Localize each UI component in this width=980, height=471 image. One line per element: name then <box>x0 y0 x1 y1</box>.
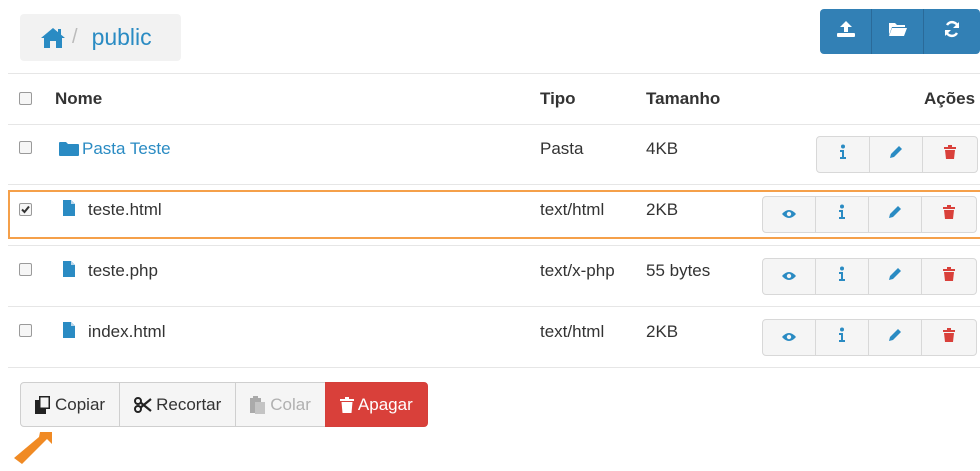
edit-button[interactable] <box>869 136 923 173</box>
divider <box>8 184 980 185</box>
eye-icon <box>781 268 797 286</box>
divider <box>8 245 980 246</box>
edit-button[interactable] <box>868 258 922 295</box>
eye-icon <box>781 329 797 347</box>
delete-label: Apagar <box>357 394 413 414</box>
refresh-button[interactable] <box>924 9 980 54</box>
file-name[interactable]: teste.html <box>88 200 162 220</box>
trash-icon <box>943 267 955 286</box>
paste-icon <box>250 395 266 414</box>
view-button[interactable] <box>762 196 816 233</box>
upload-icon <box>836 20 856 43</box>
row-type: text/html <box>540 322 605 341</box>
row-checkbox[interactable] <box>19 141 32 154</box>
edit-button[interactable] <box>868 196 922 233</box>
column-header-actions: Ações <box>924 89 976 108</box>
breadcrumb-separator: / <box>72 26 78 48</box>
divider <box>8 367 980 368</box>
info-button[interactable] <box>815 258 869 295</box>
trash-icon <box>943 205 955 224</box>
eye-icon <box>781 206 797 224</box>
cut-button[interactable]: Recortar <box>119 382 237 427</box>
pencil-icon <box>887 327 903 348</box>
row-actions <box>762 196 977 235</box>
row-size: 55 bytes <box>646 261 711 280</box>
row-size: 4KB <box>646 139 679 158</box>
row-checkbox-checked[interactable] <box>19 203 32 216</box>
edit-button[interactable] <box>868 319 922 356</box>
info-icon <box>837 327 847 348</box>
view-button[interactable] <box>762 258 816 295</box>
pencil-icon <box>888 144 904 165</box>
info-icon <box>837 266 847 287</box>
select-all-checkbox[interactable] <box>19 92 32 105</box>
divider <box>8 124 980 125</box>
paste-label: Colar <box>270 394 311 414</box>
bulk-actions: Copiar Recortar Colar Apagar <box>20 382 428 427</box>
folder-icon <box>58 141 80 162</box>
row-type: text/html <box>540 200 605 219</box>
info-button[interactable] <box>815 196 869 233</box>
copy-label: Copiar <box>55 394 106 414</box>
info-icon <box>837 204 847 225</box>
row-checkbox[interactable] <box>19 324 32 337</box>
toolbar <box>820 9 980 54</box>
file-name[interactable]: index.html <box>88 322 165 342</box>
pencil-icon <box>887 204 903 225</box>
row-size: 2KB <box>646 200 679 219</box>
row-actions <box>762 258 977 297</box>
folder-name-link[interactable]: Pasta Teste <box>82 139 171 159</box>
cut-label: Recortar <box>156 394 222 414</box>
row-checkbox[interactable] <box>19 263 32 276</box>
arrow-pointer-icon <box>10 430 56 471</box>
trash-icon <box>943 328 955 347</box>
row-actions <box>762 319 977 358</box>
column-header-type[interactable]: Tipo <box>540 89 576 109</box>
row-actions <box>816 136 978 175</box>
home-icon[interactable] <box>40 26 68 50</box>
copy-button[interactable]: Copiar <box>20 382 121 427</box>
copy-icon <box>35 395 51 414</box>
divider <box>8 73 980 74</box>
file-icon <box>62 321 76 344</box>
delete-button[interactable] <box>921 258 977 295</box>
divider <box>8 306 980 307</box>
info-button[interactable] <box>815 319 869 356</box>
trash-icon <box>339 396 354 413</box>
upload-button[interactable] <box>820 9 872 54</box>
scissors-icon <box>134 396 152 413</box>
column-header-name[interactable]: Nome <box>55 89 102 109</box>
open-folder-button[interactable] <box>872 9 924 54</box>
column-header-size[interactable]: Tamanho <box>646 89 720 109</box>
breadcrumb: / public <box>20 14 181 61</box>
view-button[interactable] <box>762 319 816 356</box>
delete-button[interactable] <box>922 136 978 173</box>
file-name[interactable]: teste.php <box>88 261 158 281</box>
trash-icon <box>944 145 956 164</box>
info-icon <box>838 144 848 165</box>
folder-open-icon <box>888 21 908 42</box>
row-size: 2KB <box>646 322 679 341</box>
delete-button[interactable] <box>921 196 977 233</box>
row-type: Pasta <box>540 139 584 158</box>
pencil-icon <box>887 266 903 287</box>
paste-button[interactable]: Colar <box>235 382 326 427</box>
file-icon <box>62 260 76 283</box>
row-type: text/x-php <box>540 261 615 280</box>
refresh-icon <box>943 20 961 43</box>
delete-selected-button[interactable]: Apagar <box>324 382 428 427</box>
info-button[interactable] <box>816 136 870 173</box>
breadcrumb-current[interactable]: public <box>92 24 152 51</box>
delete-button[interactable] <box>921 319 977 356</box>
file-icon <box>62 199 76 222</box>
